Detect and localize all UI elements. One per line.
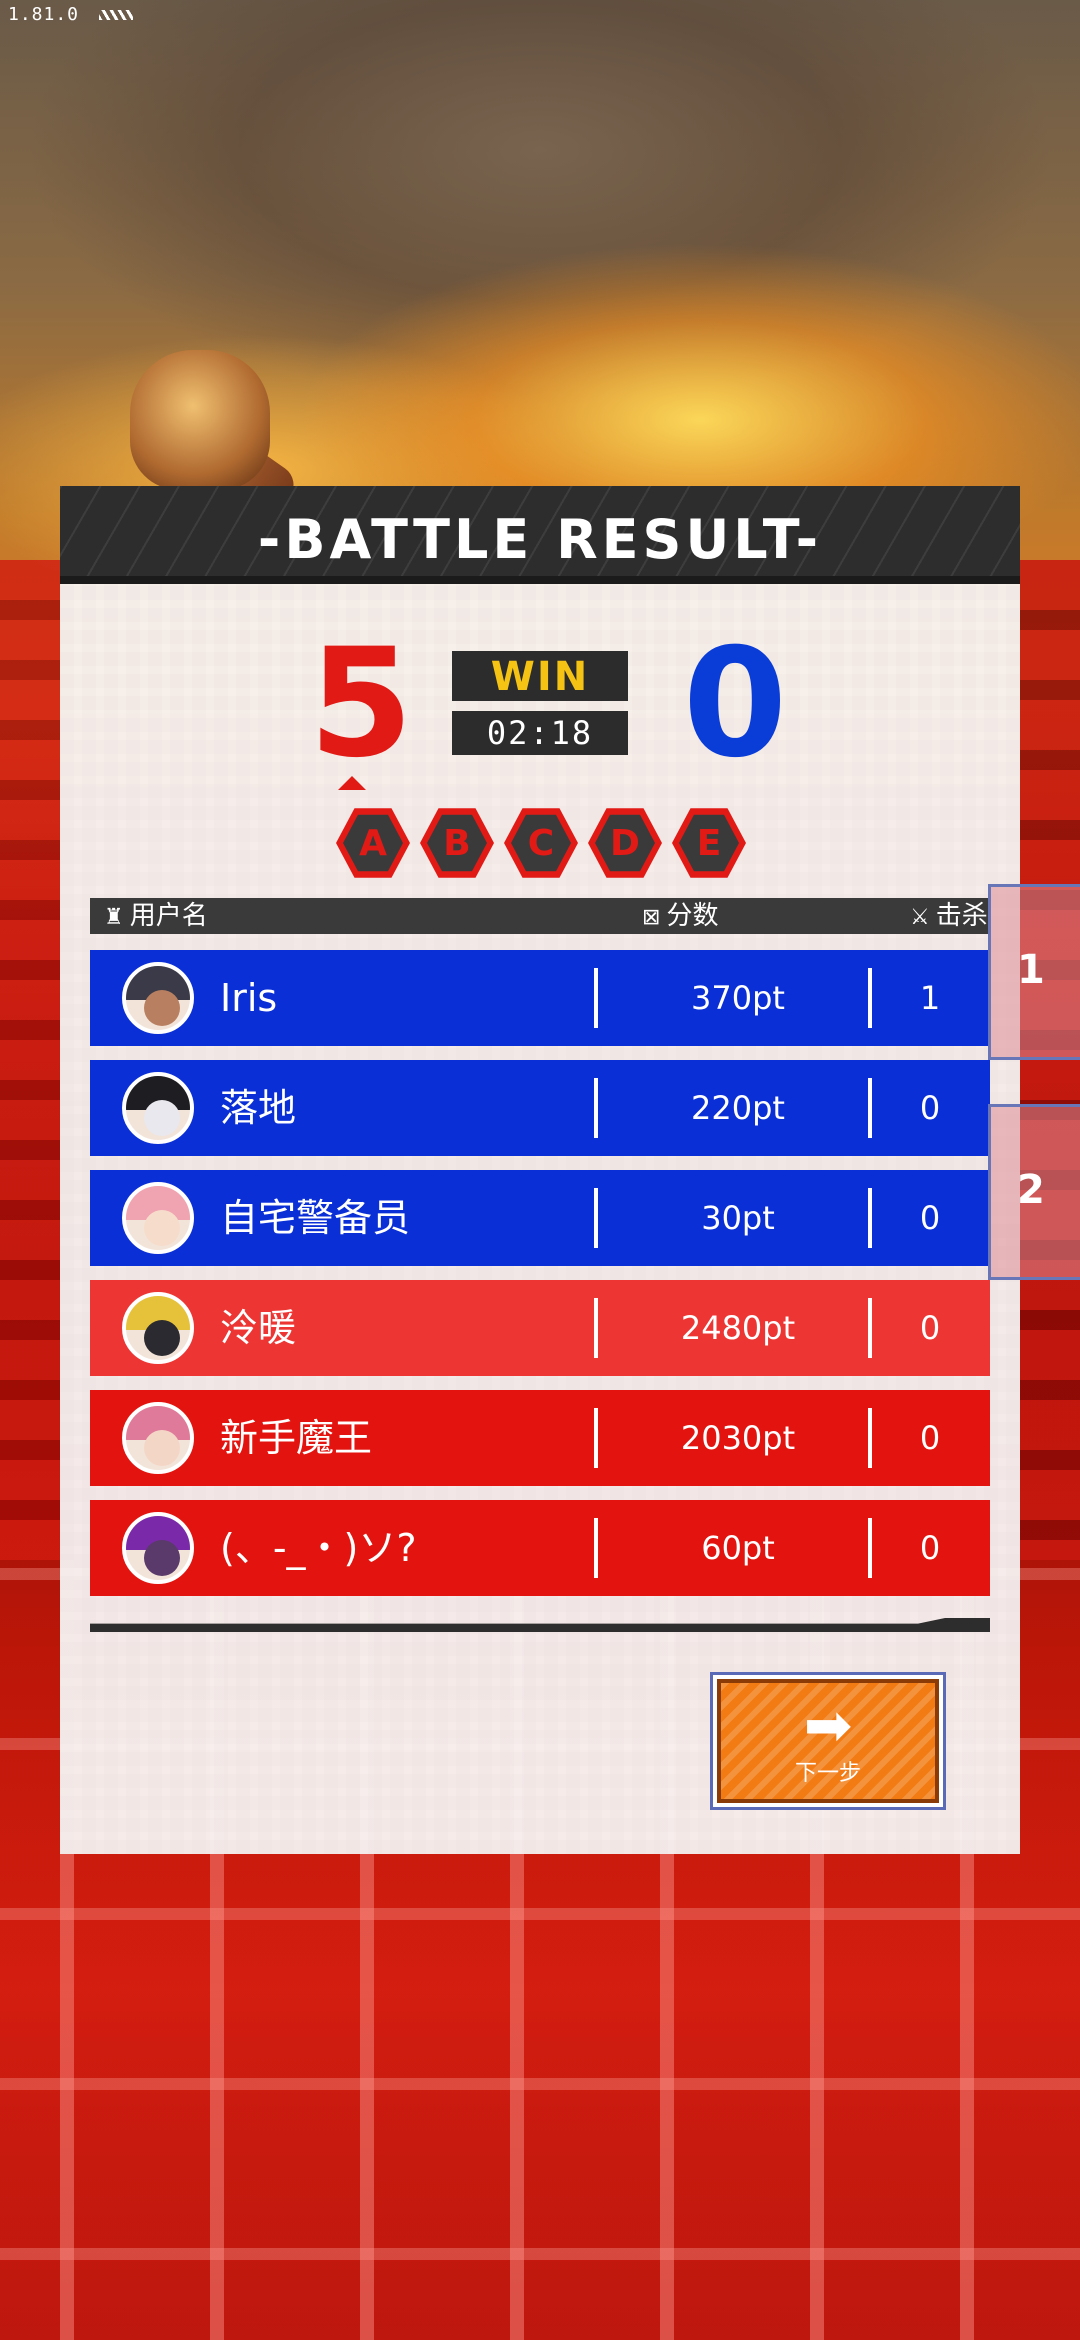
row-divider: [594, 1298, 598, 1358]
player-results-list: Iris 370pt 1 落地 220pt 0 自宅警备员 30pt 0 泠暖 …: [90, 950, 990, 1610]
player-name: 泠暖: [220, 1306, 297, 1350]
row-divider: [868, 1188, 872, 1248]
score-icon: ⊠: [642, 905, 661, 930]
player-points: 220pt: [691, 1089, 785, 1127]
grade-letter: C: [511, 814, 571, 872]
match-time: 02:18: [452, 711, 628, 755]
side-tab-2[interactable]: 2: [988, 1104, 1080, 1280]
red-team-score: 5: [308, 617, 414, 791]
battle-result-panel: -BATTLE RESULT- 5 WIN 02:18 0 A B C D E …: [60, 486, 1020, 1854]
avatar-face: [144, 990, 180, 1026]
header-user-label: 用户名: [129, 901, 208, 931]
row-divider: [868, 1298, 872, 1358]
avatar-face: [144, 1430, 180, 1466]
player-kills: 0: [919, 1089, 941, 1127]
header-kills-label: 击杀: [935, 901, 988, 931]
next-button[interactable]: ➡ 下一步: [710, 1672, 946, 1810]
player-points: 60pt: [701, 1529, 775, 1567]
avatar-face: [144, 1100, 180, 1136]
grade-letter: B: [427, 814, 487, 872]
avatar-face: [144, 1540, 180, 1576]
player-points: 370pt: [691, 979, 785, 1017]
row-divider: [594, 968, 598, 1028]
player-name: (、-_・)ソ?: [220, 1526, 417, 1570]
own-team-marker-icon: [338, 776, 366, 790]
avatar: [122, 1402, 194, 1474]
side-tab-label: 1: [1017, 947, 1045, 993]
player-name: 新手魔王: [220, 1416, 373, 1460]
player-kills: 0: [919, 1199, 941, 1237]
row-divider: [868, 1078, 872, 1138]
kills-icon: ⚔: [910, 905, 930, 930]
player-row[interactable]: 自宅警备员 30pt 0: [90, 1170, 990, 1266]
header-kills: ⚔ 击杀: [910, 898, 988, 936]
header-score: ⊠ 分数: [642, 898, 718, 936]
row-divider: [594, 1518, 598, 1578]
grade-letter: A: [343, 814, 403, 872]
grade-hexagons: A B C D E: [336, 806, 756, 886]
player-points: 2030pt: [680, 1419, 796, 1457]
grade-hex: D: [588, 808, 662, 878]
player-name: 落地: [220, 1086, 297, 1130]
grade-hex: B: [420, 808, 494, 878]
player-kills: 0: [919, 1309, 941, 1347]
grade-letter: E: [679, 814, 739, 872]
row-divider: [594, 1188, 598, 1248]
avatar: [122, 1292, 194, 1364]
background-right-wall: [1020, 560, 1080, 1560]
player-name: Iris: [220, 976, 278, 1020]
player-row[interactable]: (、-_・)ソ? 60pt 0: [90, 1500, 990, 1596]
user-icon: ♜: [104, 905, 124, 930]
grade-hex: A: [336, 808, 410, 878]
next-button-face[interactable]: ➡ 下一步: [717, 1679, 939, 1803]
player-points: 2480pt: [680, 1309, 796, 1347]
grade-hex: E: [672, 808, 746, 878]
panel-title: -BATTLE RESULT-: [257, 507, 823, 571]
grade-hex: C: [504, 808, 578, 878]
results-column-header: ♜ 用户名 ⊠ 分数 ⚔ 击杀: [90, 898, 990, 934]
header-score-label: 分数: [666, 901, 719, 931]
player-row[interactable]: Iris 370pt 1: [90, 950, 990, 1046]
grade-letter: D: [595, 814, 655, 872]
character-fist: [130, 350, 270, 490]
player-kills: 0: [919, 1529, 941, 1567]
player-row[interactable]: 新手魔王 2030pt 0: [90, 1390, 990, 1486]
row-divider: [594, 1078, 598, 1138]
player-kills: 0: [919, 1419, 941, 1457]
version-label: 1.81.0: [8, 4, 133, 25]
result-badge: WIN: [452, 651, 628, 701]
blue-team-score: 0: [682, 617, 788, 791]
avatar: [122, 962, 194, 1034]
side-tab-1[interactable]: 1: [988, 884, 1080, 1060]
player-name: 自宅警备员: [220, 1196, 411, 1240]
avatar-face: [144, 1210, 180, 1246]
arrow-right-icon: ➡: [803, 1691, 853, 1759]
avatar: [122, 1182, 194, 1254]
player-row[interactable]: 落地 220pt 0: [90, 1060, 990, 1156]
next-button-label: 下一步: [794, 1761, 861, 1786]
side-tab-label: 2: [1017, 1167, 1045, 1213]
row-divider: [868, 1518, 872, 1578]
avatar: [122, 1072, 194, 1144]
version-text: 1.81.0: [8, 4, 80, 25]
panel-header: -BATTLE RESULT-: [60, 486, 1020, 584]
header-user: ♜ 用户名: [104, 898, 208, 936]
player-kills: 1: [919, 979, 941, 1017]
row-divider: [594, 1408, 598, 1468]
player-row[interactable]: 泠暖 2480pt 0: [90, 1280, 990, 1376]
player-points: 30pt: [701, 1199, 775, 1237]
header-divider: [60, 576, 1020, 584]
row-divider: [868, 1408, 872, 1468]
signal-icon: [98, 10, 133, 20]
avatar: [122, 1512, 194, 1584]
row-divider: [868, 968, 872, 1028]
avatar-face: [144, 1320, 180, 1356]
background-left-wall: [0, 560, 60, 1560]
